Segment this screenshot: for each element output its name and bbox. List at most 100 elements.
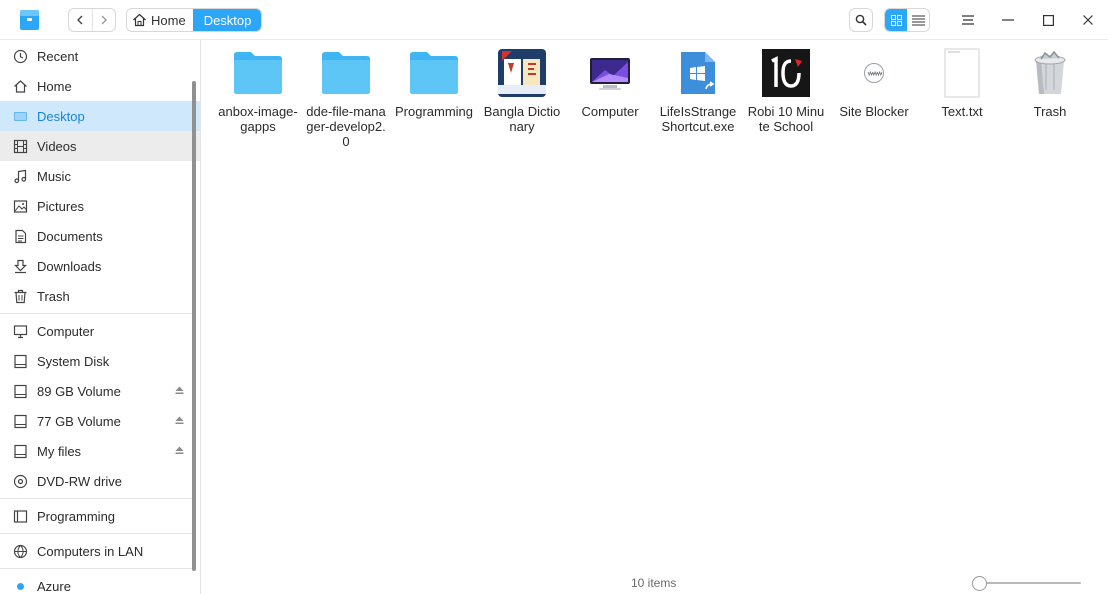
file-name: Trash: [1033, 104, 1067, 119]
file-item-bangla-dictionary[interactable]: Bangla Dictionary: [482, 45, 562, 134]
disk-icon: [13, 444, 28, 459]
list-view-button[interactable]: [907, 9, 929, 31]
sidebar-item-downloads[interactable]: Downloads: [0, 251, 200, 281]
eject-icon[interactable]: [175, 416, 184, 425]
sidebar-item-recent[interactable]: Recent: [0, 41, 200, 71]
minimize-button[interactable]: [988, 4, 1028, 36]
sidebar-item-programming[interactable]: Programming: [0, 501, 200, 531]
sidebar-item-trash[interactable]: Trash: [0, 281, 200, 311]
file-item-programming[interactable]: Programming: [394, 45, 474, 119]
search-button[interactable]: [849, 8, 873, 32]
eject-icon[interactable]: [175, 386, 184, 395]
robi-10ms-icon: [758, 45, 814, 101]
close-icon: [1083, 15, 1093, 25]
disk-icon: [13, 384, 28, 399]
file-item-trash[interactable]: Trash: [1010, 45, 1090, 119]
file-item-dde-file-manager[interactable]: dde-file-manager-develop2.0: [306, 45, 386, 149]
dictionary-app-icon: [494, 45, 550, 101]
sidebar-item-desktop[interactable]: Desktop: [0, 101, 200, 131]
eject-icon[interactable]: [175, 446, 184, 455]
breadcrumb-desktop[interactable]: Desktop: [192, 9, 262, 31]
sidebar: Recent Home Desktop Videos Music Picture…: [0, 40, 201, 594]
trash-icon: [13, 289, 28, 304]
sidebar-item-pictures[interactable]: Pictures: [0, 191, 200, 221]
desktop-icon: [13, 109, 28, 124]
sidebar-item-89gb-volume[interactable]: 89 GB Volume: [0, 376, 200, 406]
sidebar-item-computers-in-lan[interactable]: Computers in LAN: [0, 536, 200, 566]
maximize-button[interactable]: [1028, 4, 1068, 36]
file-name: Text.txt: [941, 104, 983, 119]
sidebar-item-music[interactable]: Music: [0, 161, 200, 191]
sidebar-item-label: Music: [37, 168, 71, 184]
sidebar-item-label: Videos: [37, 138, 77, 154]
sidebar-item-label: Azure: [37, 578, 71, 594]
home-icon: [133, 13, 146, 27]
file-name: LifeIsStrange Shortcut.exe: [659, 104, 737, 134]
sidebar-item-home[interactable]: Home: [0, 71, 200, 101]
dot-icon: [13, 579, 28, 594]
sidebar-item-label: Pictures: [37, 198, 84, 214]
disk-icon: [13, 414, 28, 429]
disk-icon: [13, 354, 28, 369]
clock-icon: [13, 49, 28, 64]
picture-icon: [13, 199, 28, 214]
file-item-site-blocker[interactable]: Site Blocker: [834, 45, 914, 119]
view-mode-switch: [884, 8, 930, 32]
close-button[interactable]: [1068, 4, 1108, 36]
file-name: anbox-image-gapps: [218, 104, 298, 134]
sidebar-item-label: 77 GB Volume: [37, 413, 121, 429]
breadcrumb-home[interactable]: Home: [127, 9, 193, 31]
forward-button[interactable]: [91, 9, 116, 31]
icon-view-button[interactable]: [885, 9, 907, 31]
computer-icon: [582, 45, 638, 101]
trash-bin-icon: [1022, 45, 1078, 101]
sidebar-item-label: System Disk: [37, 353, 110, 369]
sidebar-item-azure[interactable]: Azure: [0, 571, 200, 594]
file-view[interactable]: anbox-image-gapps dde-file-manager-devel…: [201, 41, 1108, 594]
breadcrumb: Home Desktop: [126, 8, 263, 32]
sidebar-item-label: Documents: [37, 228, 103, 244]
sidebar-item-system-disk[interactable]: System Disk: [0, 346, 200, 376]
sidebar-item-label: Computers in LAN: [37, 543, 144, 559]
sidebar-item-77gb-volume[interactable]: 77 GB Volume: [0, 406, 200, 436]
icon-size-slider-track[interactable]: [979, 582, 1081, 584]
folder-icon: [406, 45, 462, 101]
file-name: Programming: [394, 104, 474, 119]
back-button[interactable]: [69, 9, 92, 31]
grid-icon: [890, 14, 902, 26]
sidebar-item-dvd-rw-drive[interactable]: DVD-RW drive: [0, 466, 200, 496]
file-item-lifeisstrange-shortcut[interactable]: LifeIsStrange Shortcut.exe: [658, 45, 738, 134]
file-item-robi-10-minute-school[interactable]: Robi 10 Minute School: [746, 45, 826, 134]
sidebar-item-documents[interactable]: Documents: [0, 221, 200, 251]
file-name: Robi 10 Minute School: [747, 104, 825, 134]
home-icon: [13, 79, 28, 94]
list-icon: [911, 15, 925, 25]
file-item-anbox-image-gapps[interactable]: anbox-image-gapps: [218, 45, 298, 134]
sidebar-item-label: My files: [37, 443, 82, 459]
sidebar-item-label: Recent: [37, 48, 79, 64]
sidebar-scrollbar[interactable]: [192, 81, 196, 571]
monitor-icon: [13, 324, 28, 339]
sidebar-divider: [0, 313, 196, 314]
sidebar-item-videos[interactable]: Videos: [0, 131, 200, 161]
network-icon: [13, 544, 28, 559]
file-name: dde-file-manager-develop2.0: [306, 104, 386, 149]
download-icon: [13, 259, 28, 274]
sidebar-item-computer[interactable]: Computer: [0, 316, 200, 346]
main-menu-button[interactable]: [948, 4, 988, 36]
icon-size-slider-handle[interactable]: [972, 576, 987, 591]
file-item-text-txt[interactable]: Text.txt: [922, 45, 1002, 119]
title-bar: Home Desktop: [0, 0, 1108, 40]
breadcrumb-home-label: Home: [151, 12, 186, 28]
sidebar-item-my-files[interactable]: My files: [0, 436, 200, 466]
optical-disc-icon: [13, 474, 28, 489]
text-file-icon: [934, 45, 990, 101]
document-icon: [13, 229, 28, 244]
maximize-icon: [1042, 14, 1054, 26]
www-icon: [846, 45, 902, 101]
file-item-computer[interactable]: Computer: [570, 45, 650, 119]
windows-exe-icon: [670, 45, 726, 101]
sidebar-divider: [0, 498, 196, 499]
bookmark-icon: [13, 509, 28, 524]
sidebar-divider: [0, 568, 196, 569]
